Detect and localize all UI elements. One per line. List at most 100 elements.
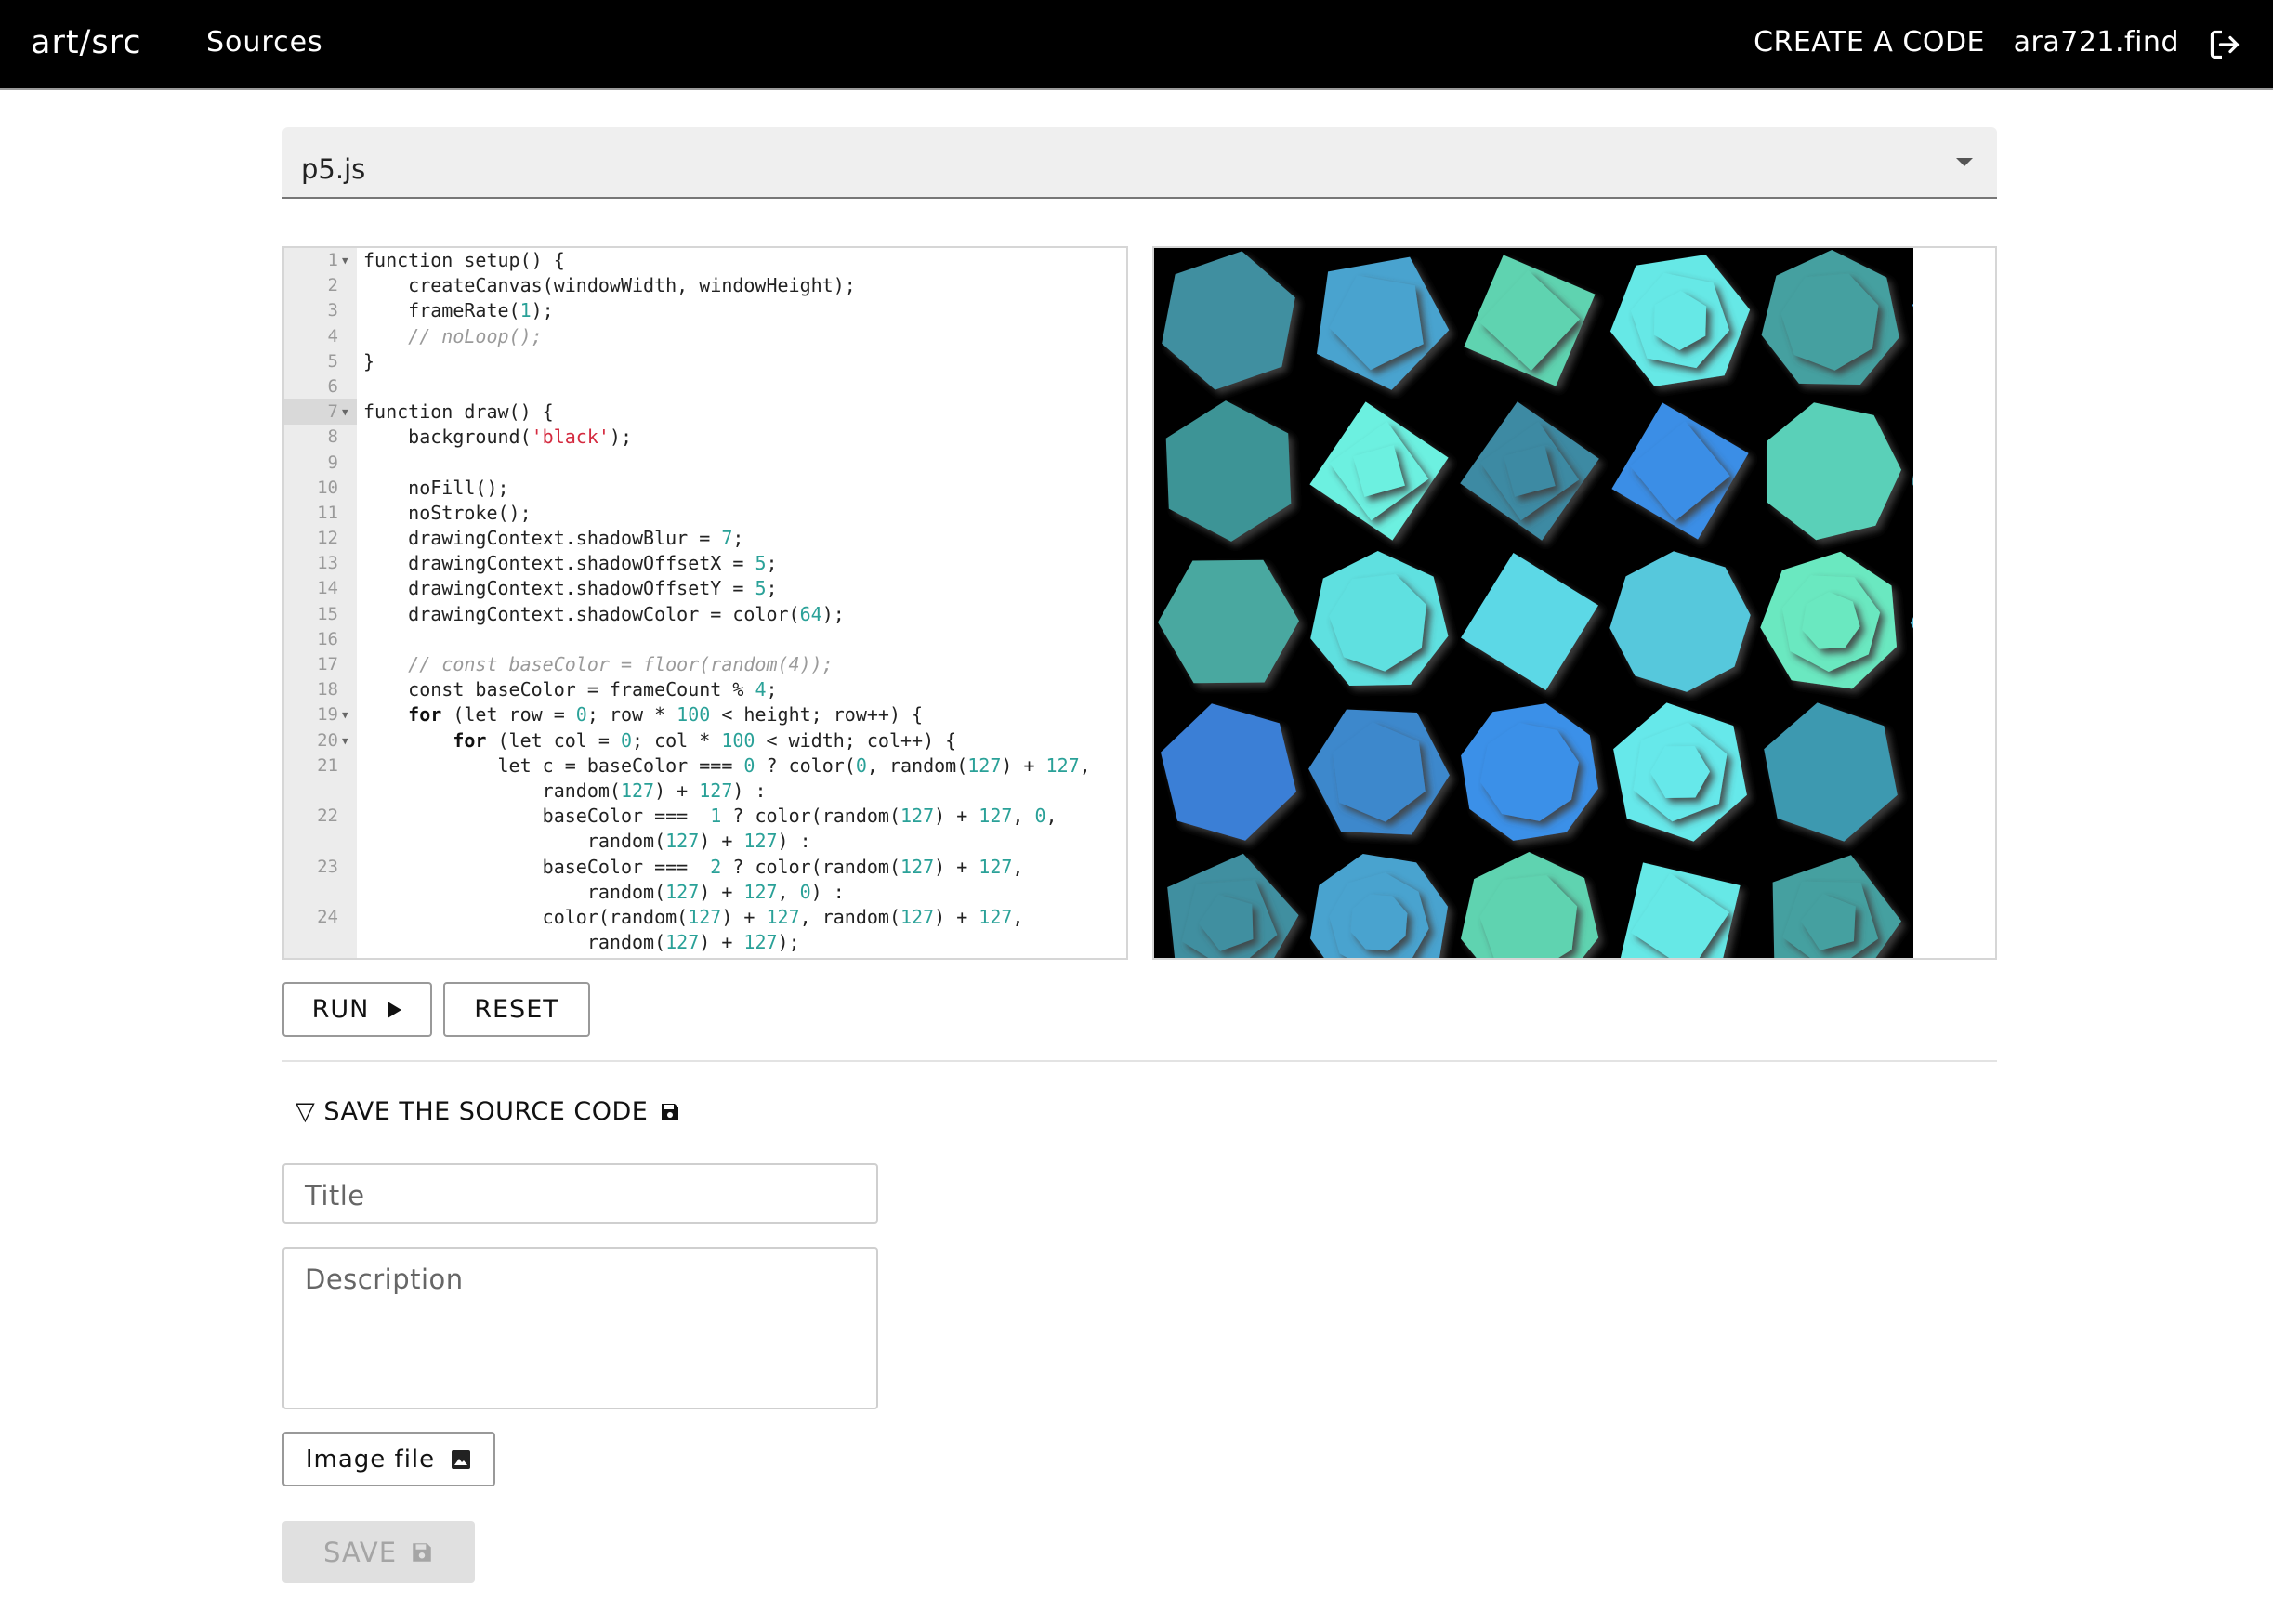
code-text: random(127) + 127, 0) : xyxy=(363,880,845,903)
code-line: 22 baseColor === 1 ? color(random(127) +… xyxy=(284,804,1126,829)
fold-toggle-icon[interactable]: ▼ xyxy=(342,702,348,727)
code-text: baseColor === 1 ? color(random(127) + 12… xyxy=(363,805,1058,828)
description-placeholder: Description xyxy=(305,1264,464,1295)
code-line: 6 xyxy=(284,374,1126,399)
code-line: 4 // noLoop(); xyxy=(284,324,1126,349)
code-text: // const baseColor = floor(random(4)); xyxy=(363,653,834,675)
code-line: 24 color(random(127) + 127, random(127) … xyxy=(284,905,1126,930)
code-text: function draw() { xyxy=(363,400,554,424)
code-text: } xyxy=(363,349,375,373)
save-button[interactable]: SAVE xyxy=(282,1521,475,1583)
line-number: 7 xyxy=(327,401,338,423)
sketch-preview xyxy=(1152,246,1997,960)
line-number: 21 xyxy=(317,754,338,776)
code-line: 15 drawingContext.shadowColor = color(64… xyxy=(284,602,1126,627)
code-text: background('black'); xyxy=(363,426,633,449)
code-editor[interactable]: 1 ▼ function setup() {2 createCanvas(windo… xyxy=(282,246,1128,960)
reset-button[interactable]: RESET xyxy=(443,982,590,1037)
line-number: 24 xyxy=(317,906,338,927)
line-number: 8 xyxy=(327,426,338,448)
save-button-label: SAVE xyxy=(322,1536,398,1568)
code-line: 20 ▼ for (let col = 0; col * 100 < width;… xyxy=(284,728,1126,753)
section-divider xyxy=(282,1060,1997,1062)
code-text: random(127) + 127); xyxy=(363,931,800,954)
line-number: 3 xyxy=(327,300,338,321)
fold-toggle-icon[interactable]: ▼ xyxy=(342,248,348,273)
line-number: 20 xyxy=(317,729,338,751)
line-number: 23 xyxy=(317,856,338,877)
code-text: drawingContext.shadowOffsetY = 5; xyxy=(363,577,778,600)
title-input[interactable]: Title xyxy=(282,1163,878,1224)
code-text: let c = baseColor === 0 ? color(0, rando… xyxy=(363,753,1091,777)
code-text: random(127) + 127) : xyxy=(363,779,767,802)
library-select[interactable]: p5.js xyxy=(282,127,1997,199)
code-line: 7 ▼ function draw() { xyxy=(284,399,1126,426)
code-text: const baseColor = frameCount % 4; xyxy=(363,678,778,701)
sketch-canvas xyxy=(1154,248,1913,958)
code-text: frameRate(1); xyxy=(363,299,554,322)
floppy-disk-icon xyxy=(413,1542,431,1562)
code-text: baseColor === 2 ? color(random(127) + 12… xyxy=(363,855,1024,878)
save-source-toggle[interactable]: ▽ SAVE THE SOURCE CODE xyxy=(296,1097,681,1126)
reset-button-label: RESET xyxy=(474,995,559,1024)
code-line: 5} xyxy=(284,349,1126,374)
library-select-value: p5.js xyxy=(301,153,366,185)
run-button-label: RUN xyxy=(311,995,370,1024)
logout-icon[interactable] xyxy=(2208,28,2241,61)
code-text: // noLoop(); xyxy=(363,324,543,347)
code-line: 17 // const baseColor = floor(random(4))… xyxy=(284,652,1126,677)
code-text: for (let col = 0; col * 100 < width; col… xyxy=(453,728,957,752)
line-number: 19 xyxy=(317,704,338,726)
play-icon xyxy=(388,1001,402,1018)
code-text: noStroke(); xyxy=(363,501,532,524)
code-text: noFill(); xyxy=(363,476,509,499)
code-text: random(127) + 127) : xyxy=(363,830,811,853)
code-line: random(127) + 127) : xyxy=(284,829,1126,854)
fold-toggle-icon[interactable]: ▼ xyxy=(342,399,348,425)
code-text: drawingContext.shadowOffsetX = 5; xyxy=(363,552,778,575)
code-line: 14 drawingContext.shadowOffsetY = 5; xyxy=(284,576,1126,601)
code-line: 23 baseColor === 2 ? color(random(127) +… xyxy=(284,855,1126,880)
line-number: 6 xyxy=(327,375,338,397)
code-line: random(127) + 127, 0) : xyxy=(284,880,1126,905)
line-number: 13 xyxy=(317,553,338,574)
code-line: 21 let c = baseColor === 0 ? color(0, ra… xyxy=(284,753,1126,779)
code-line: 19 ▼ for (let row = 0; row * 100 < height… xyxy=(284,702,1126,727)
code-line: 11 noStroke(); xyxy=(284,501,1126,526)
line-number: 5 xyxy=(327,350,338,372)
code-text: color(random(127) + 127, random(127) + 1… xyxy=(363,905,1024,928)
code-line: 3 frameRate(1); xyxy=(284,298,1126,323)
line-number: 18 xyxy=(317,679,338,701)
nav-create-code-link[interactable]: CREATE A CODE xyxy=(1754,26,1985,59)
description-textarea[interactable]: Description xyxy=(282,1247,878,1409)
code-lines: 1 ▼ function setup() {2 createCanvas(windo… xyxy=(284,248,1126,955)
line-number: 17 xyxy=(317,654,338,674)
line-number: 15 xyxy=(317,603,338,624)
code-line: random(127) + 127); xyxy=(284,930,1126,955)
title-placeholder: Title xyxy=(305,1180,365,1211)
floppy-disk-icon xyxy=(662,1103,679,1120)
line-number: 9 xyxy=(327,452,338,473)
code-line: 10 noFill(); xyxy=(284,476,1126,501)
brand-logo[interactable]: art/src xyxy=(31,24,141,61)
line-number: 4 xyxy=(327,325,338,347)
code-line: 18 const baseColor = frameCount % 4; xyxy=(284,677,1126,702)
code-line: 2 createCanvas(windowWidth, windowHeight… xyxy=(284,273,1126,298)
line-number: 11 xyxy=(317,502,338,523)
image-file-label: Image file xyxy=(305,1445,436,1473)
top-navbar: art/src Sources CREATE A CODE ara721.fin… xyxy=(0,0,2273,90)
code-text: drawingContext.shadowColor = color(64); xyxy=(363,602,845,625)
save-source-toggle-label: ▽ SAVE THE SOURCE CODE xyxy=(296,1097,649,1126)
fold-toggle-icon[interactable]: ▼ xyxy=(342,728,348,753)
code-text: drawingContext.shadowBlur = 7; xyxy=(363,527,744,550)
image-file-button[interactable]: Image file xyxy=(282,1432,495,1486)
line-number: 14 xyxy=(317,578,338,599)
code-line: 1 ▼ function setup() { xyxy=(284,248,1126,273)
image-icon xyxy=(452,1449,471,1469)
code-line: 12 drawingContext.shadowBlur = 7; xyxy=(284,526,1126,551)
user-name-link[interactable]: ara721.find xyxy=(2014,26,2179,59)
run-button[interactable]: RUN xyxy=(282,982,432,1037)
nav-sources-link[interactable]: Sources xyxy=(206,26,323,59)
line-number: 16 xyxy=(317,628,338,649)
code-line: 8 background('black'); xyxy=(284,425,1126,450)
